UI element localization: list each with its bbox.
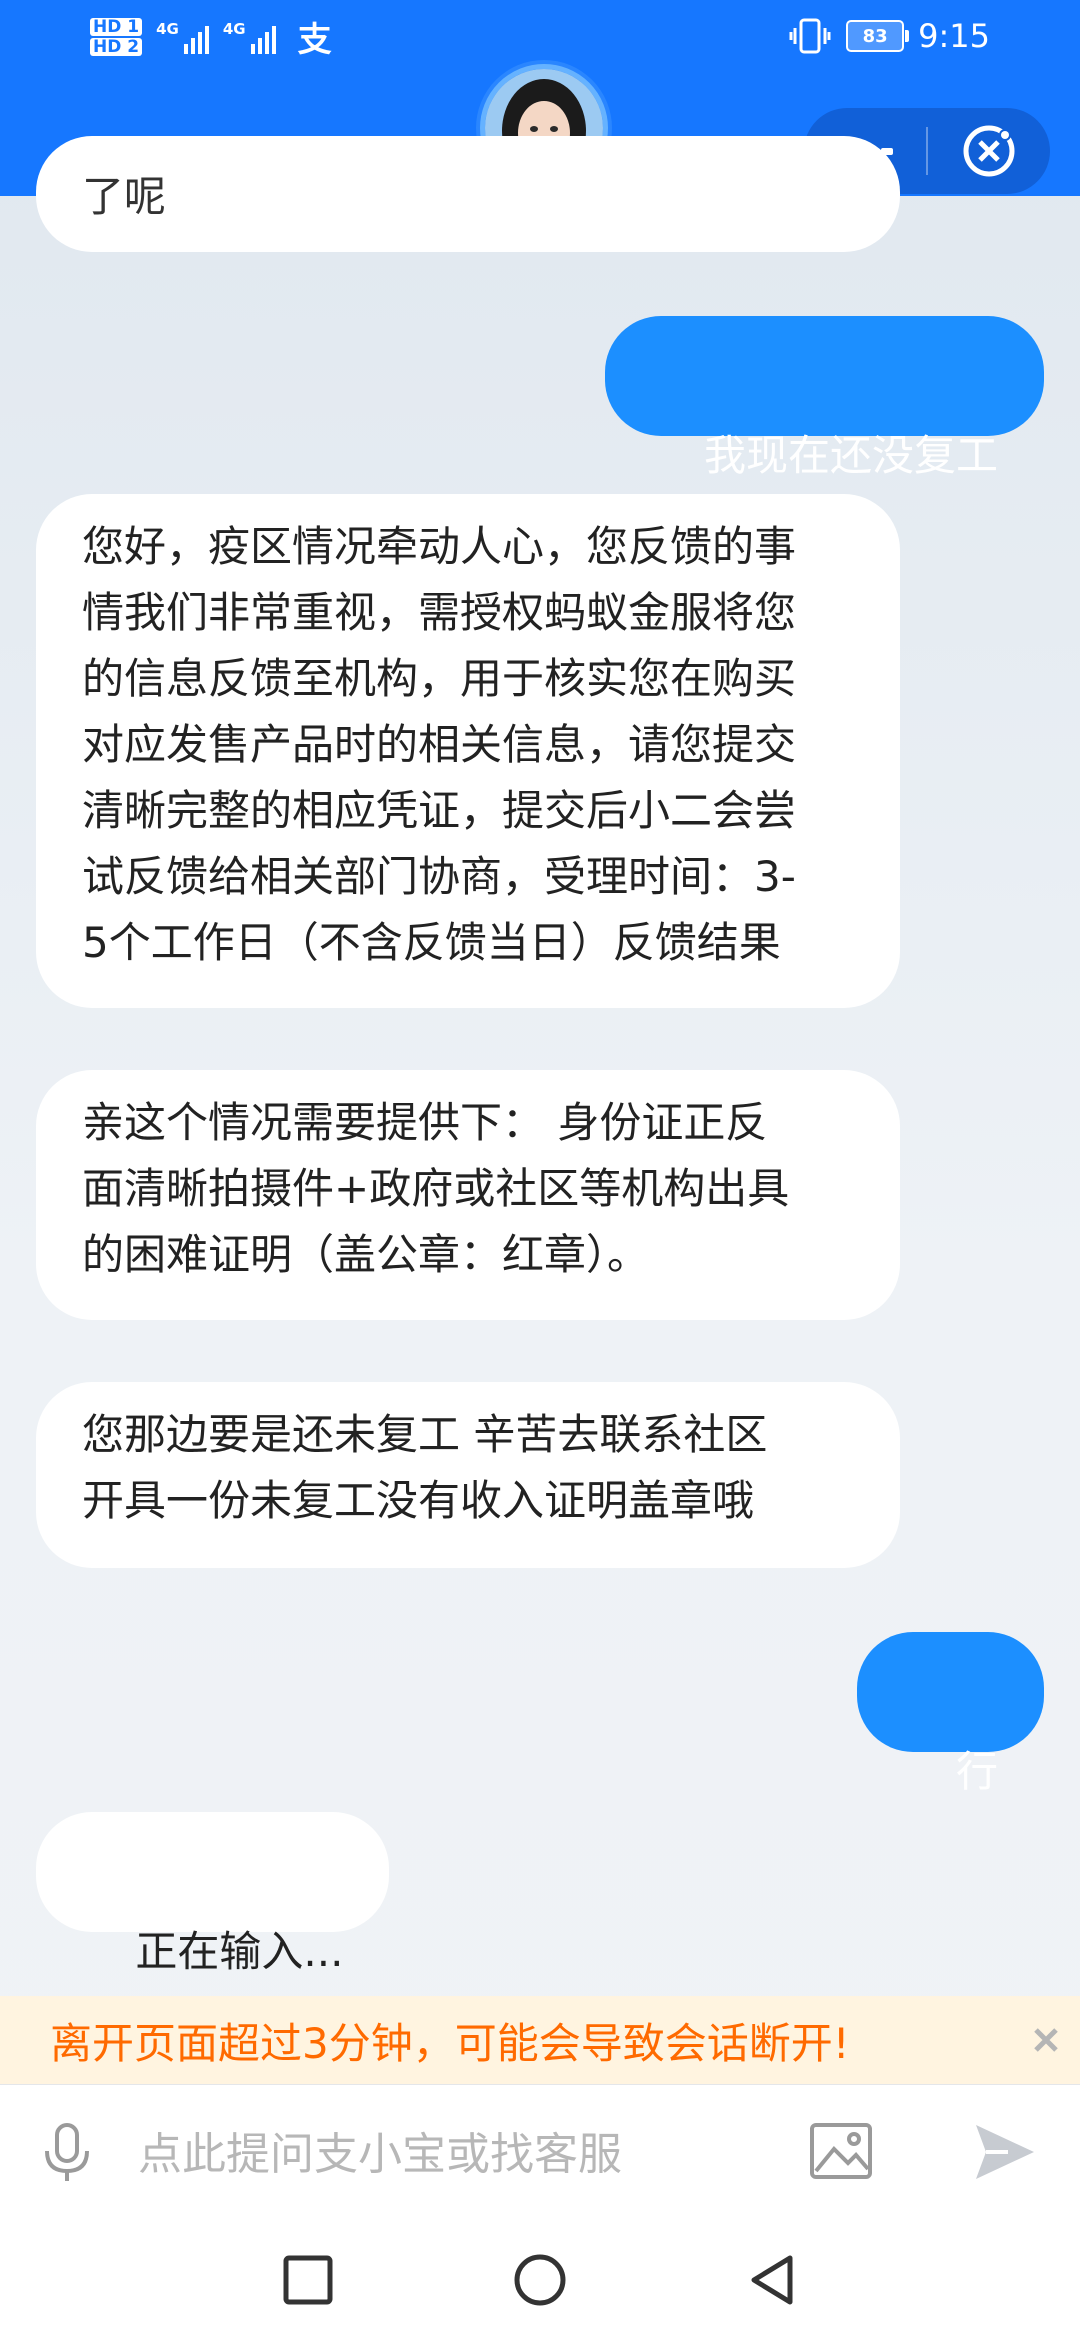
home-icon[interactable]: [512, 2252, 568, 2308]
bot-message: 您那边要是还未复工 辛苦去联系社区 开具一份未复工没有收入证明盖章哦: [36, 1382, 900, 1568]
image-icon[interactable]: [808, 2119, 874, 2183]
hd-indicator: HD 1 HD 2: [90, 17, 143, 56]
system-nav-bar: [0, 2220, 1080, 2340]
alipay-icon: 支: [297, 20, 332, 60]
user-message: 我现在还没复工: [604, 316, 1044, 480]
message-text: 您好，疫区情况牵动人心，您反馈的事 情我们非常重视，需授权蚂蚁金服将您 的信息反…: [82, 522, 797, 967]
typing-indicator: 正在输入...: [36, 1812, 390, 1976]
message-text: 亲这个情况需要提供下： 身份证正反 面清晰拍摄件+政府或社区等机构出具 的困难证…: [82, 1098, 790, 1279]
warning-text: 离开页面超过3分钟，可能会导致会话断开!: [50, 2018, 850, 2068]
close-miniapp-button[interactable]: [928, 108, 1050, 194]
message-text: 行: [955, 1747, 998, 1796]
back-icon[interactable]: [744, 2252, 800, 2308]
battery-level: 83: [862, 25, 888, 47]
status-left: HD 1 HD 2 4G 4G 支: [90, 12, 332, 61]
input-bar: [0, 2084, 1080, 2221]
hd2-label: HD 2: [90, 37, 143, 56]
network-2-label: 4G: [222, 19, 246, 38]
signal-2: 4G: [223, 20, 276, 54]
signal-1: 4G: [156, 20, 209, 54]
close-icon[interactable]: [1024, 2018, 1068, 2062]
close-miniapp-icon: [963, 125, 1015, 177]
user-message: 行: [856, 1632, 1044, 1796]
microphone-icon[interactable]: [38, 2121, 96, 2185]
recent-apps-icon[interactable]: [280, 2252, 336, 2308]
network-1-label: 4G: [156, 19, 179, 38]
status-right: 83 9:15: [788, 14, 990, 58]
question-input[interactable]: [136, 2113, 780, 2195]
chat-area[interactable]: 了呢 我现在还没复工 您好，疫区情况牵动人心，您反馈的事 情我们非常重视，需授权…: [0, 136, 1080, 1996]
message-text: 正在输入...: [135, 1927, 344, 1976]
bot-message: 亲这个情况需要提供下： 身份证正反 面清晰拍摄件+政府或社区等机构出具 的困难证…: [36, 1070, 900, 1320]
hd1-label: HD 1: [90, 17, 143, 36]
session-warning-bar: 离开页面超过3分钟，可能会导致会话断开!: [0, 1996, 1080, 2084]
send-icon[interactable]: [974, 2123, 1036, 2181]
status-time: 9:15: [918, 17, 990, 55]
message-text: 我现在还没复工: [703, 431, 998, 480]
battery-indicator: 83: [846, 20, 910, 52]
message-text: 了呢: [82, 172, 167, 221]
bot-message: 您好，疫区情况牵动人心，您反馈的事 情我们非常重视，需授权蚂蚁金服将您 的信息反…: [36, 494, 900, 1008]
vibrate-icon: [789, 18, 831, 54]
bot-message-partial: 了呢: [36, 136, 900, 252]
message-text: 您那边要是还未复工 辛苦去联系社区 开具一份未复工没有收入证明盖章哦: [82, 1410, 768, 1525]
